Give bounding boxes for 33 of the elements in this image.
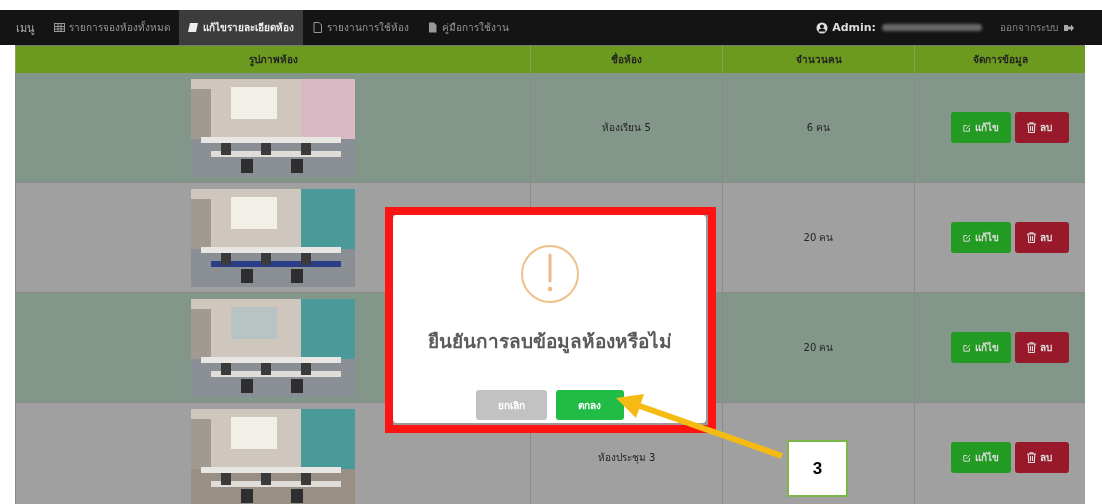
user-label: Admin: <box>832 21 876 34</box>
delete-button[interactable]: ลบ <box>1015 442 1069 473</box>
book-icon <box>188 22 199 33</box>
nav-tab[interactable]: แก้ไขรายละเอียดห้อง <box>179 10 303 45</box>
nav-tab[interactable]: รายการจองห้องทั้งหมด <box>45 10 179 45</box>
trash-icon <box>1027 232 1036 243</box>
capacity-text: 20 คน <box>803 231 834 245</box>
user-icon <box>816 21 829 34</box>
edit-icon <box>963 122 971 133</box>
document-icon <box>427 22 438 33</box>
room-name: ห้องเรียน 5 <box>602 121 651 135</box>
edit-icon <box>963 232 971 243</box>
nav-tab[interactable]: คู่มือการใช้งาน <box>418 10 518 45</box>
room-name: ห้องประชุม 3 <box>597 451 656 465</box>
file-icon <box>312 22 323 33</box>
trash-icon <box>1027 122 1036 133</box>
delete-button[interactable]: ลบ <box>1015 112 1069 143</box>
edit-icon <box>963 452 971 463</box>
capacity-text: 6 คน <box>806 121 831 135</box>
warning-icon <box>519 244 580 304</box>
menu-label[interactable]: เมนู <box>6 18 45 37</box>
trash-icon <box>1027 452 1036 463</box>
trash-icon <box>1027 342 1036 353</box>
edit-icon <box>963 342 971 353</box>
sign-out-icon <box>1064 22 1074 33</box>
step-number: 3 <box>787 440 848 497</box>
logout-link[interactable]: ออกจากระบบ <box>1000 20 1074 35</box>
table-icon <box>54 22 65 33</box>
delete-button[interactable]: ลบ <box>1015 332 1069 363</box>
dialog-title: ยืนยันการลบข้อมูลห้องหรือไม่ <box>427 329 672 356</box>
capacity-text: 20 คน <box>803 341 834 355</box>
delete-button[interactable]: ลบ <box>1015 222 1069 253</box>
nav-tab[interactable]: รายงานการใช้ห้อง <box>303 10 418 45</box>
